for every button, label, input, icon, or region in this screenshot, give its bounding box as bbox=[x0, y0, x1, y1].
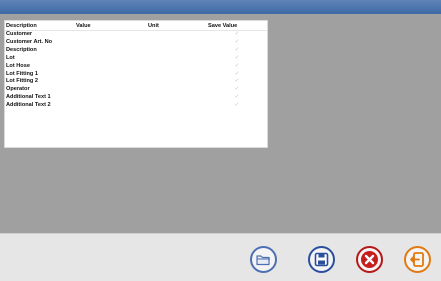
cell-unit[interactable] bbox=[147, 78, 207, 86]
cell-description: Customer bbox=[6, 31, 33, 37]
cell-unit[interactable] bbox=[147, 102, 207, 110]
cell-description: Description bbox=[6, 46, 37, 53]
column-header-value[interactable]: Value bbox=[75, 21, 147, 31]
floppy-disk-icon bbox=[314, 252, 329, 267]
cell-value[interactable] bbox=[75, 55, 147, 63]
save-value-checkbox[interactable]: ✓ bbox=[207, 78, 267, 86]
table-row[interactable]: Additional Text 1 ✓ bbox=[5, 94, 267, 102]
table-row[interactable]: Operator ✓ bbox=[5, 86, 267, 94]
cell-unit[interactable] bbox=[147, 71, 207, 79]
title-bar bbox=[0, 0, 441, 14]
exit-button[interactable] bbox=[404, 246, 431, 273]
table-row[interactable]: Customer Art. No ✓ bbox=[5, 39, 267, 47]
save-value-checkbox[interactable]: ✓ bbox=[207, 39, 267, 47]
close-icon bbox=[361, 251, 378, 268]
save-button[interactable] bbox=[308, 246, 335, 273]
folder-icon bbox=[256, 255, 270, 266]
save-value-checkbox[interactable]: ✓ bbox=[207, 63, 267, 71]
cell-value[interactable] bbox=[75, 63, 147, 71]
column-header-unit[interactable]: Unit bbox=[147, 21, 207, 31]
cell-value[interactable] bbox=[75, 78, 147, 86]
cell-description: Lot Fitting 2 bbox=[6, 78, 39, 85]
cell-unit[interactable] bbox=[147, 39, 207, 47]
table-row[interactable]: Lot Fitting 1 ✓ bbox=[5, 71, 267, 79]
table-row[interactable]: Additional Text 2 ✓ bbox=[5, 102, 267, 110]
table-row[interactable]: Lot ✓ bbox=[5, 55, 267, 63]
save-value-checkbox[interactable]: ✓ bbox=[207, 71, 267, 79]
parameters-grid: Description Value Unit Save Value Custom… bbox=[4, 20, 268, 148]
save-value-checkbox[interactable]: ✓ bbox=[207, 47, 267, 55]
cell-description: Additional Text 1 bbox=[6, 94, 51, 101]
cell-description: Customer Art. No bbox=[6, 38, 53, 45]
table-row[interactable]: Description ✓ bbox=[5, 47, 267, 55]
cell-description: Operator bbox=[6, 86, 30, 93]
cell-description: Additional Text 2 bbox=[6, 102, 51, 109]
cell-unit[interactable] bbox=[147, 63, 207, 71]
table-header-row: Description Value Unit Save Value bbox=[5, 21, 267, 31]
table-row[interactable]: Customer ✓ bbox=[5, 31, 267, 39]
table-row[interactable]: Lot Fitting 2 ✓ bbox=[5, 78, 267, 86]
save-value-checkbox[interactable]: ✓ bbox=[207, 55, 267, 63]
cell-value[interactable] bbox=[75, 31, 147, 39]
cell-unit[interactable] bbox=[147, 31, 207, 39]
exit-icon bbox=[410, 252, 424, 267]
cell-description: Lot Fitting 1 bbox=[6, 70, 39, 77]
cell-value[interactable] bbox=[75, 86, 147, 94]
save-value-checkbox[interactable]: ✓ bbox=[207, 31, 267, 39]
cell-unit[interactable] bbox=[147, 86, 207, 94]
parameters-table: Description Value Unit Save Value Custom… bbox=[5, 21, 267, 110]
open-button[interactable] bbox=[250, 246, 277, 273]
column-header-save-value[interactable]: Save Value bbox=[207, 21, 267, 31]
save-value-checkbox[interactable]: ✓ bbox=[207, 94, 267, 102]
table-row[interactable]: Lot Hose ✓ bbox=[5, 63, 267, 71]
cell-value[interactable] bbox=[75, 47, 147, 55]
cell-unit[interactable] bbox=[147, 47, 207, 55]
column-header-description[interactable]: Description bbox=[5, 21, 75, 31]
cell-description: Lot bbox=[6, 54, 15, 61]
cell-unit[interactable] bbox=[147, 94, 207, 102]
cell-unit[interactable] bbox=[147, 55, 207, 63]
footer-toolbar bbox=[0, 233, 441, 281]
cell-value[interactable] bbox=[75, 39, 147, 47]
save-value-checkbox[interactable]: ✓ bbox=[207, 86, 267, 94]
cell-value[interactable] bbox=[75, 71, 147, 79]
cancel-button[interactable] bbox=[356, 246, 383, 273]
save-value-checkbox[interactable]: ✓ bbox=[207, 102, 267, 110]
cell-description: Lot Hose bbox=[6, 62, 30, 69]
cell-value[interactable] bbox=[75, 102, 147, 110]
cell-value[interactable] bbox=[75, 94, 147, 102]
